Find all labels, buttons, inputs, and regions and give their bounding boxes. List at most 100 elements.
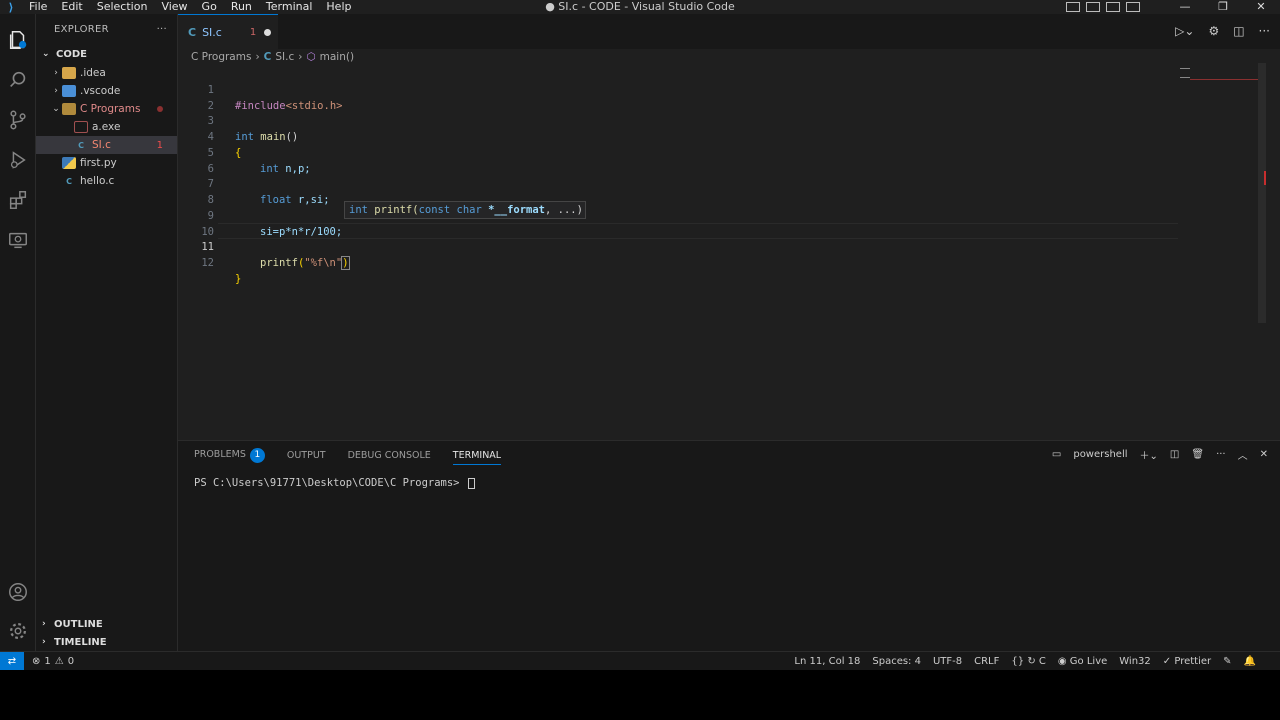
prettier-label: Prettier [1174,655,1212,667]
menu-selection[interactable]: Selection [90,0,155,14]
terminal-shell-label[interactable]: powershell [1073,449,1127,460]
window-controls: — ❐ ✕ [1166,0,1280,14]
unsaved-dot-icon[interactable] [264,28,272,36]
tree-item-vscode[interactable]: › .vscode [36,82,177,100]
workspace-root[interactable]: ⌄ CODE [36,44,177,64]
tab-debug-console[interactable]: DEBUG CONSOLE [348,450,431,461]
menu-bar: File Edit Selection View Go Run Terminal… [22,0,358,14]
run-debug-icon[interactable] [0,142,36,178]
menu-help[interactable]: Help [319,0,358,14]
tree-item-a-exe[interactable]: a.exe [36,118,177,136]
menu-run[interactable]: Run [224,0,259,14]
tree-item-c-programs[interactable]: ⌄ C Programs [36,100,177,118]
status-cursor-position[interactable]: Ln 11, Col 18 [794,656,860,667]
run-file-icon[interactable]: ▷⌄ [1175,24,1194,38]
tree-item-label: C Programs [80,103,141,115]
status-encoding[interactable]: UTF-8 [933,656,962,667]
code-line: 10 [178,208,1178,238]
status-prettier[interactable]: ✓ Prettier [1163,656,1211,667]
tab-output[interactable]: OUTPUT [287,450,326,461]
tab-terminal[interactable]: TERMINAL [452,450,502,465]
minimap-error-marker [1190,79,1258,80]
error-dot-icon [157,106,163,112]
settings-gear-icon[interactable] [0,613,36,649]
gear-icon[interactable]: ⚙ [1208,24,1219,38]
timeline-section[interactable]: › TIMELINE [36,633,178,651]
status-go-live[interactable]: ◉ Go Live [1058,656,1107,667]
status-indentation[interactable]: Spaces: 4 [872,656,921,667]
explorer-icon[interactable] [0,22,36,58]
status-problems[interactable]: ⊗ 1 ⚠ 0 [32,656,74,667]
hover-function-name: printf( [374,204,419,216]
menu-go[interactable]: Go [195,0,224,14]
tab-si-c[interactable]: C SI.c 1 [178,14,278,49]
folder-idea-icon [62,67,76,79]
outline-section[interactable]: › OUTLINE [36,615,178,633]
chevron-right-icon: › [298,51,303,63]
hover-rest: , ...) [545,204,583,216]
extensions-icon[interactable] [0,182,36,218]
hover-active-param: *__format [488,204,546,216]
split-editor-icon[interactable]: ◫ [1233,24,1244,38]
breadcrumb-folder[interactable]: C Programs [191,51,251,63]
close-window-icon[interactable]: ✕ [1242,0,1280,14]
remote-indicator-icon[interactable]: ⇄ [0,651,24,671]
editor-scrollbar[interactable] [1258,63,1266,323]
restore-icon[interactable]: ❐ [1204,0,1242,14]
hover-param-type: const char [418,204,482,216]
tree-item-hello-c[interactable]: C hello.c [36,172,177,190]
status-platform[interactable]: Win32 [1119,656,1151,667]
editor-tabs: C SI.c 1 ▷⌄ ⚙ ◫ ··· [178,14,1280,49]
status-bar: ⇄ ⊗ 1 ⚠ 0 Ln 11, Col 18 Spaces: 4 UTF-8 CR… [0,651,1280,671]
signature-help-popup: int printf(const char *__format, ...) [344,201,586,219]
problems-count-badge: 1 [249,447,265,463]
more-actions-icon[interactable]: ··· [1259,24,1270,38]
toggle-secondary-sidebar-icon[interactable] [1106,2,1120,12]
activity-bar [0,14,36,651]
notifications-bell-icon[interactable]: 🔔 [1244,656,1256,667]
kill-terminal-icon[interactable]: 🗑 [1191,449,1204,460]
split-terminal-icon[interactable]: ◫ [1170,449,1179,460]
breadcrumb-file[interactable]: SI.c [275,51,294,63]
timeline-label: TIMELINE [54,636,107,648]
toggle-sidebar-icon[interactable] [1066,2,1080,12]
more-actions-icon[interactable]: ··· [1216,449,1226,460]
tree-item-si-c[interactable]: C SI.c 1 [36,136,177,154]
chevron-right-icon: › [255,51,260,63]
code-line: 5 int n,p; [178,129,1178,175]
minimize-icon[interactable]: — [1166,0,1204,14]
explorer-more-icon[interactable]: ··· [157,24,167,35]
close-panel-icon[interactable]: ✕ [1260,449,1268,460]
feedback-icon[interactable]: ✎ [1223,656,1231,667]
customize-layout-icon[interactable] [1126,2,1140,12]
outline-label: OUTLINE [54,618,103,630]
status-eol[interactable]: CRLF [974,656,999,667]
tree-item-idea[interactable]: › .idea [36,64,177,82]
remote-explorer-icon[interactable] [0,222,36,258]
menu-terminal[interactable]: Terminal [259,0,320,14]
tree-item-label: .vscode [80,85,121,97]
tab-problems[interactable]: PROBLEMS 1 [194,447,265,463]
new-terminal-icon[interactable]: ＋⌄ [1140,447,1158,462]
layout-controls [1066,0,1140,14]
menu-edit[interactable]: Edit [54,0,89,14]
menu-view[interactable]: View [154,0,194,14]
source-control-icon[interactable] [0,102,36,138]
breadcrumb-symbol[interactable]: main() [320,51,354,63]
tree-item-first-py[interactable]: first.py [36,154,177,172]
function-cube-icon: ⬡ [306,51,316,63]
toggle-panel-icon[interactable] [1086,2,1100,12]
editor-actions: ▷⌄ ⚙ ◫ ··· [1175,24,1270,38]
bottom-panel: PROBLEMS 1 OUTPUT DEBUG CONSOLE TERMINAL … [178,440,1280,651]
code-editor[interactable]: C Programs › C SI.c › ⬡ main() 1 #includ… [178,49,1280,440]
account-icon[interactable] [0,574,36,610]
chevron-down-icon: ⌄ [52,104,60,114]
search-icon[interactable] [0,62,36,98]
status-language[interactable]: {} ↻ C [1011,656,1045,667]
terminal-output[interactable]: PS C:\Users\91771\Desktop\CODE\C Program… [194,477,475,489]
minimap[interactable] [1180,68,1190,78]
explorer-sidebar: EXPLORER ··· ⌄ CODE › .idea › .vscode ⌄ … [36,14,178,651]
vscode-logo-icon: ⟩ [8,0,14,14]
menu-file[interactable]: File [22,0,54,14]
maximize-panel-icon[interactable]: ︿ [1238,447,1248,462]
